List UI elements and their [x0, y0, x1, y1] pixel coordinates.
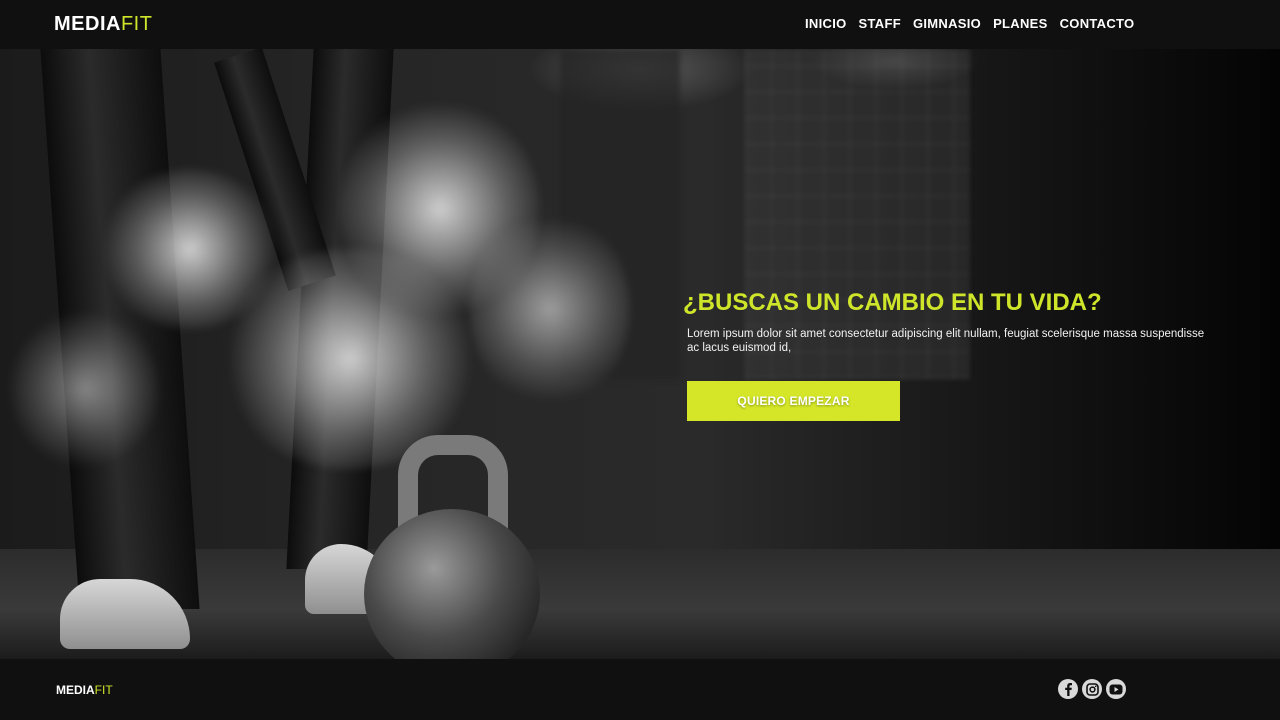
footer-logo-part-media: MEDIA [56, 683, 95, 697]
facebook-icon[interactable] [1058, 679, 1078, 699]
chalk-dust-cloud [100, 169, 280, 329]
chalk-dust-cloud [470, 209, 630, 409]
logo-part-fit: FIT [120, 13, 153, 35]
nav-gimnasio[interactable]: GIMNASIO [913, 16, 981, 32]
site-footer: MEDIAFIT [0, 659, 1280, 720]
logo[interactable]: MEDIAFIT [54, 12, 152, 36]
main-nav: INICIO STAFF GIMNASIO PLANES CONTACTO [805, 16, 1134, 32]
social-links [1058, 679, 1126, 699]
footer-logo-part-fit: FIT [94, 683, 113, 697]
nav-contacto[interactable]: CONTACTO [1060, 16, 1135, 32]
youtube-icon[interactable] [1106, 679, 1126, 699]
hero-section: ¿BUSCAS UN CAMBIO EN TU VIDA? Lorem ipsu… [0, 49, 1280, 659]
chalk-dust-cloud [10, 309, 160, 469]
instagram-icon[interactable] [1082, 679, 1102, 699]
footer-logo[interactable]: MEDIAFIT [56, 683, 113, 697]
nav-inicio[interactable]: INICIO [805, 16, 847, 32]
hero-title: ¿BUSCAS UN CAMBIO EN TU VIDA? [683, 289, 1102, 316]
hero-description: Lorem ipsum dolor sit amet consectetur a… [687, 328, 1205, 354]
nav-planes[interactable]: PLANES [993, 16, 1048, 32]
logo-part-media: MEDIA [54, 13, 121, 35]
nav-staff[interactable]: STAFF [859, 16, 901, 32]
start-now-button[interactable]: QUIERO EMPEZAR [687, 381, 900, 421]
kettlebell [364, 509, 540, 659]
site-header: MEDIAFIT INICIO STAFF GIMNASIO PLANES CO… [0, 0, 1280, 49]
